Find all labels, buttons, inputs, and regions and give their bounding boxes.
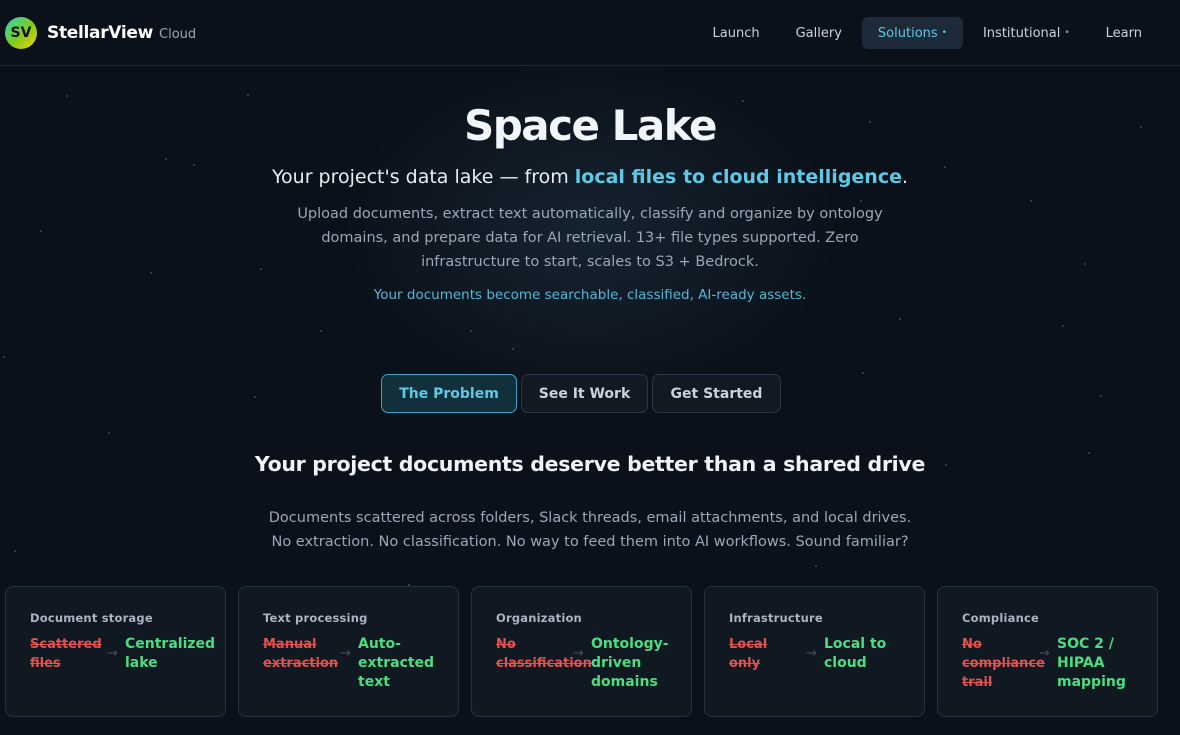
dropdown-dot-icon: • xyxy=(941,28,947,38)
page-title: Space Lake xyxy=(463,101,718,150)
tagline-prefix: Your project's data lake — from xyxy=(271,166,575,188)
card-compliance: Compliance No compliance trail → SOC 2 /… xyxy=(937,586,1158,717)
star xyxy=(899,318,901,320)
tagline-suffix: . xyxy=(901,166,909,188)
star xyxy=(108,432,110,434)
tab-see-it-work[interactable]: See It Work xyxy=(521,374,648,413)
card-infrastructure: Infrastructure Local only → Local to clo… xyxy=(704,586,925,717)
nav-launch[interactable]: Launch xyxy=(697,17,776,49)
section-tabs: The Problem See It Work Get Started xyxy=(381,374,781,413)
nav-label: Institutional xyxy=(982,25,1061,41)
star xyxy=(3,356,5,358)
nav-label: Solutions xyxy=(877,25,938,41)
hero-description: Upload documents, extract text automatic… xyxy=(297,206,883,270)
card-new-value: Local to cloud xyxy=(824,636,887,671)
card-new-value: Auto-extracted text xyxy=(358,636,435,690)
card-title: Infrastructure xyxy=(729,611,823,625)
arrow-right-icon: → xyxy=(340,646,351,661)
arrow-right-icon: → xyxy=(806,646,817,661)
card-comparison: Local only → Local to cloud xyxy=(729,635,924,673)
nav-label: Launch xyxy=(712,25,760,41)
card-comparison: Manual extraction → Auto-extracted text xyxy=(263,635,458,692)
hero-section: Space Lake Your project's data lake — fr… xyxy=(0,96,1180,303)
card-title: Organization xyxy=(496,611,582,625)
arrow-right-icon: → xyxy=(107,646,118,661)
star xyxy=(512,348,514,350)
card-title: Compliance xyxy=(962,611,1040,625)
tagline-highlight: local files to cloud intelligence xyxy=(574,166,902,188)
hero-tagline: Your project's data lake — from local fi… xyxy=(0,166,1180,188)
tab-the-problem[interactable]: The Problem xyxy=(381,374,517,413)
card-old-value: Local only xyxy=(729,637,768,671)
brand-logo[interactable]: SV StellarView Cloud xyxy=(5,17,196,49)
card-old-value: No compliance trail xyxy=(962,637,1045,690)
top-nav-bar: SV StellarView Cloud Launch Gallery Solu… xyxy=(0,0,1180,66)
brand-name: StellarView xyxy=(47,23,154,43)
section-description: Documents scattered across folders, Slac… xyxy=(0,506,1180,554)
arrow-right-icon: → xyxy=(1039,646,1050,661)
card-comparison: No classification → Ontology-driven doma… xyxy=(496,635,691,692)
card-new-value: Centralized lake xyxy=(125,636,216,671)
card-organization: Organization No classification → Ontolog… xyxy=(471,586,692,717)
card-comparison: Scattered files → Centralized lake xyxy=(30,635,225,673)
card-title: Text processing xyxy=(263,611,368,625)
section-title: Your project documents deserve better th… xyxy=(254,452,926,476)
card-document-storage: Document storage Scattered files → Centr… xyxy=(5,586,226,717)
section-desc-line: Documents scattered across folders, Slac… xyxy=(268,510,912,526)
star xyxy=(1100,395,1102,397)
card-old-value: Manual extraction xyxy=(263,637,339,671)
star xyxy=(862,372,864,374)
nav-label: Gallery xyxy=(795,25,842,41)
logo-badge: SV xyxy=(5,17,37,49)
star xyxy=(470,330,472,332)
main-nav: Launch Gallery Solutions • Institutional •… xyxy=(697,17,1158,49)
card-old-value: Scattered files xyxy=(30,637,102,671)
nav-solutions[interactable]: Solutions • xyxy=(861,17,963,49)
section-desc-line: No extraction. No classification. No way… xyxy=(271,534,909,550)
comparison-cards: Document storage Scattered files → Centr… xyxy=(5,586,1158,717)
tab-get-started[interactable]: Get Started xyxy=(652,374,781,413)
star xyxy=(815,565,817,567)
card-comparison: No compliance trail → SOC 2 / HIPAA mapp… xyxy=(962,635,1157,692)
card-title: Document storage xyxy=(30,611,153,625)
star xyxy=(320,330,322,332)
star xyxy=(254,396,256,398)
arrow-right-icon: → xyxy=(573,646,584,661)
star xyxy=(1062,325,1064,327)
nav-learn[interactable]: Learn xyxy=(1090,17,1158,49)
nav-label: Learn xyxy=(1105,25,1142,41)
card-new-value: Ontology-driven domains xyxy=(591,636,669,690)
hero-accent-line: Your documents become searchable, classi… xyxy=(373,287,807,303)
card-old-value: No classification xyxy=(496,637,592,671)
card-text-processing: Text processing Manual extraction → Auto… xyxy=(238,586,459,717)
brand-suffix: Cloud xyxy=(159,27,197,42)
nav-institutional[interactable]: Institutional • xyxy=(967,17,1086,49)
nav-gallery[interactable]: Gallery xyxy=(780,17,858,49)
dropdown-dot-icon: • xyxy=(1064,28,1070,38)
card-new-value: SOC 2 / HIPAA mapping xyxy=(1057,636,1126,690)
